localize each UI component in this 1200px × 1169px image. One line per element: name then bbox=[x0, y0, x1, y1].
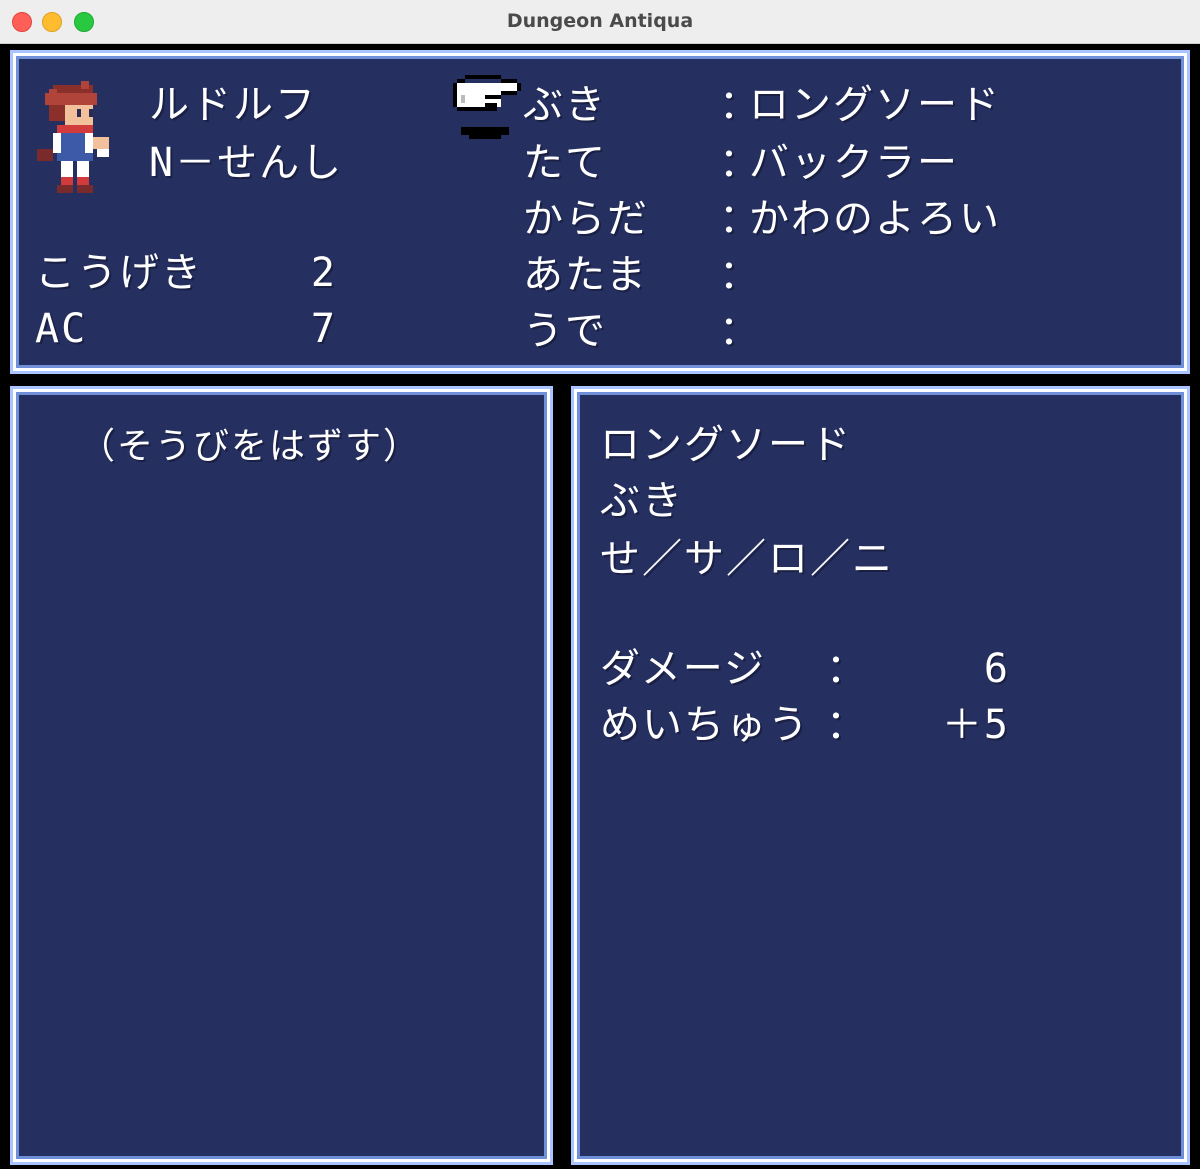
slot-body-item: かわのよろい bbox=[749, 196, 1001, 242]
stat-ac-label: AC bbox=[35, 306, 88, 352]
slot-shield-label[interactable]: たて bbox=[523, 141, 607, 185]
unequip-option[interactable]: （そうびをはずす） bbox=[79, 425, 421, 469]
slot-weapon-label[interactable]: ぶき bbox=[523, 83, 607, 127]
item-classes: せ／サ／ロ／ニ bbox=[600, 536, 894, 582]
slot-body-label[interactable]: からだ bbox=[523, 197, 649, 241]
character-name: ルドルフ bbox=[149, 82, 317, 128]
stat-attack-value: 2 bbox=[310, 250, 337, 296]
item-list-panel: （そうびをはずす） bbox=[10, 386, 553, 1165]
slot-shield-item: バックラー bbox=[749, 140, 959, 186]
slot-arm-sep: ： bbox=[719, 308, 761, 354]
item-accuracy-value: ＋5 bbox=[941, 702, 1010, 748]
slot-weapon-item: ロングソード bbox=[749, 82, 1001, 128]
item-type: ぶき bbox=[600, 478, 684, 524]
slot-arm-label[interactable]: うで bbox=[523, 309, 607, 353]
slot-head-sep: ： bbox=[719, 252, 761, 298]
item-accuracy-label: めいちゅう bbox=[600, 702, 810, 748]
window-title: Dungeon Antiqua bbox=[506, 10, 694, 32]
item-info-panel: ロングソード ぶき せ／サ／ロ／ニ ダメージ ： 6 めいちゅう ： ＋5 bbox=[571, 386, 1190, 1165]
item-damage-value: 6 bbox=[983, 646, 1010, 692]
item-name: ロングソード bbox=[600, 422, 852, 468]
stat-attack-label: こうげき bbox=[35, 250, 203, 296]
character-class: N－せんし bbox=[149, 140, 344, 186]
slot-head-label[interactable]: あたま bbox=[523, 253, 648, 297]
stat-ac-value: 7 bbox=[310, 306, 337, 352]
pointing-hand-icon bbox=[453, 75, 521, 139]
hero-sprite-icon bbox=[37, 81, 109, 193]
equipment-status-panel: ルドルフ N－せんし こうげき 2 AC 7 ぶき ： ロングソード たて ： … bbox=[10, 50, 1190, 374]
item-damage-label: ダメージ bbox=[600, 646, 766, 692]
item-damage-sep: ： bbox=[826, 646, 868, 692]
item-accuracy-sep: ： bbox=[826, 702, 868, 748]
window-titlebar: Dungeon Antiqua bbox=[0, 0, 1200, 44]
